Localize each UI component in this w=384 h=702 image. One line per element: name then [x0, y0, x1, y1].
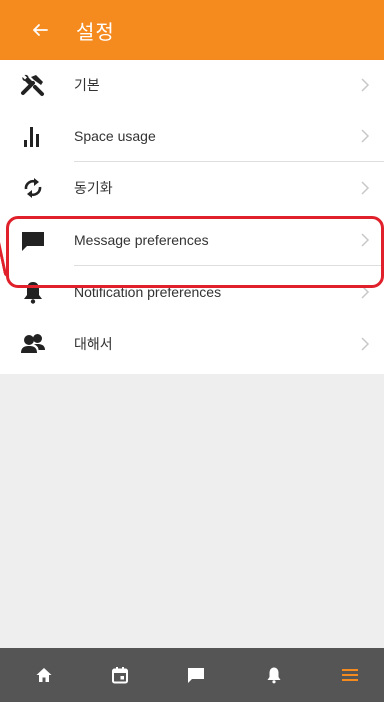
people-icon — [20, 331, 46, 357]
chevron-right-icon — [361, 337, 370, 351]
nav-menu[interactable] — [330, 648, 370, 702]
bottom-nav — [0, 648, 384, 702]
calendar-icon — [112, 667, 128, 684]
settings-item-message-preferences[interactable]: Message preferences — [0, 214, 384, 266]
sync-icon — [20, 175, 46, 201]
bell-icon — [20, 279, 46, 305]
settings-item-label: 기본 — [74, 77, 100, 93]
back-button[interactable] — [26, 16, 54, 44]
chevron-right-icon — [361, 233, 370, 247]
bar-chart-icon — [20, 123, 46, 149]
tools-icon — [20, 72, 46, 98]
menu-icon — [342, 669, 358, 681]
chevron-right-icon — [361, 285, 370, 299]
message-icon — [188, 668, 204, 683]
settings-item-basic[interactable]: 기본 — [0, 60, 384, 110]
message-icon — [20, 227, 46, 253]
empty-content-area — [0, 374, 384, 648]
nav-messages[interactable] — [176, 648, 216, 702]
settings-item-label: Message preferences — [74, 232, 209, 248]
settings-item-label: Space usage — [74, 128, 156, 144]
home-icon — [36, 668, 52, 682]
settings-item-about[interactable]: 대해서 — [0, 318, 384, 370]
chevron-right-icon — [361, 129, 370, 143]
nav-home[interactable] — [24, 648, 64, 702]
settings-item-label: Notification preferences — [74, 284, 222, 300]
chevron-right-icon — [361, 78, 370, 92]
page-title: 설정 — [76, 19, 115, 44]
settings-item-sync[interactable]: 동기화 — [0, 162, 384, 214]
settings-list: 기본 Space usage 동기화 Message preferences N… — [0, 60, 384, 370]
settings-item-notification-preferences[interactable]: Notification preferences — [0, 266, 384, 318]
settings-item-label: 동기화 — [74, 180, 113, 196]
nav-calendar[interactable] — [100, 648, 140, 702]
nav-notifications[interactable] — [254, 648, 294, 702]
chevron-right-icon — [361, 181, 370, 195]
arrow-left-icon — [33, 24, 48, 36]
app-bar: 설정 — [0, 0, 384, 60]
settings-item-space-usage[interactable]: Space usage — [0, 110, 384, 162]
settings-item-label: 대해서 — [74, 336, 113, 352]
bell-icon — [267, 667, 281, 684]
